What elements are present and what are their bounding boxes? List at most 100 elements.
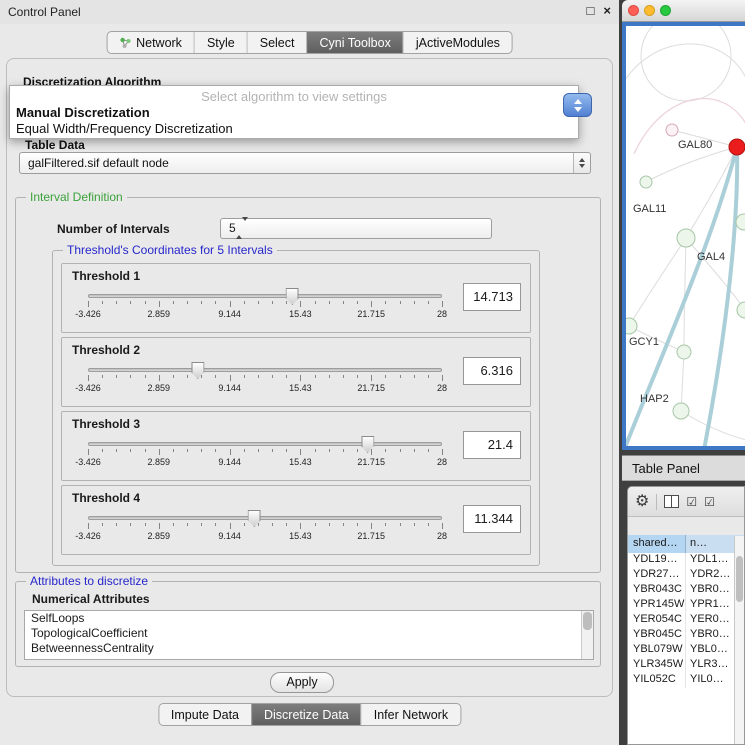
table-panel-title: Table Panel <box>632 461 700 476</box>
network-node-pink[interactable] <box>666 124 678 136</box>
threshold-slider[interactable]: -3.4262.8599.14415.4321.71528 <box>88 362 442 396</box>
attributes-scrollbar-thumb[interactable] <box>583 612 592 630</box>
select-all-checkbox-icon[interactable]: ☑ <box>704 496 715 508</box>
table-row[interactable]: YDR27…YDR2… <box>628 568 744 583</box>
tab-infer-network[interactable]: Infer Network <box>361 704 460 725</box>
tab-network[interactable]: Network <box>107 32 194 53</box>
number-of-intervals-combo[interactable]: 5 <box>220 218 492 239</box>
tick-mark <box>173 449 174 452</box>
threshold-slider[interactable]: -3.4262.8599.14415.4321.71528 <box>88 510 442 544</box>
gear-icon[interactable]: ⚙ <box>635 494 649 510</box>
tick-mark <box>428 301 429 304</box>
table-row[interactable]: YER054CYER0… <box>628 613 744 628</box>
list-item-selfloops[interactable]: SelfLoops <box>25 611 593 626</box>
network-node-label: GAL4 <box>697 251 725 263</box>
tick-mark <box>400 449 401 452</box>
column-header[interactable]: shared… <box>628 535 686 553</box>
tab-select[interactable]: Select <box>247 32 307 53</box>
algorithm-option-manual-discretization[interactable]: Manual Discretization <box>10 105 578 121</box>
tick-mark <box>428 449 429 452</box>
tab-jactivemodules[interactable]: jActiveModules <box>403 32 512 53</box>
attributes-scrollbar[interactable] <box>581 611 593 659</box>
control-panel-body: Discretization Algorithm Select algorith… <box>6 58 613 697</box>
network-window-titlebar <box>622 0 745 22</box>
slider-track[interactable] <box>88 516 442 520</box>
threshold-value-field[interactable]: 14.713 <box>463 283 521 311</box>
threshold-value-field[interactable]: 11.344 <box>463 505 521 533</box>
scale-label: 9.144 <box>218 383 241 393</box>
table-row[interactable]: YBL079WYBL0… <box>628 643 744 658</box>
close-traffic-light-icon[interactable] <box>628 5 639 16</box>
thresholds-group: Threshold's Coordinates for 5 Intervals … <box>52 250 540 566</box>
zoom-traffic-light-icon[interactable] <box>660 5 671 16</box>
tick-mark <box>230 523 231 529</box>
algorithm-option-equal-width-frequency-discretization[interactable]: Equal Width/Frequency Discretization <box>10 121 578 137</box>
tick-mark <box>300 301 301 307</box>
attributes-list[interactable]: SelfLoopsTopologicalCoefficientBetweenne… <box>24 610 594 660</box>
table-panel-titlebar: Table Panel <box>622 455 745 481</box>
network-node-green[interactable] <box>626 318 637 334</box>
table-data-combo[interactable]: galFiltered.sif default node <box>19 152 591 174</box>
close-icon[interactable]: × <box>603 3 611 18</box>
tab-style[interactable]: Style <box>194 32 247 53</box>
scale-label: 28 <box>437 309 447 319</box>
slider-track[interactable] <box>88 294 442 298</box>
table-scrollbar-thumb[interactable] <box>736 556 743 602</box>
float-window-icon[interactable]: □ <box>587 3 595 18</box>
network-node-label: GAL11 <box>633 203 666 215</box>
network-node-green[interactable] <box>677 229 695 247</box>
scale-label: -3.426 <box>75 309 101 319</box>
tick-mark <box>145 523 146 526</box>
tick-mark <box>258 375 259 378</box>
network-canvas-container[interactable]: GAL80GAL11GAL4GCY1HAP2 <box>626 26 745 446</box>
interval-definition-title: Interval Definition <box>26 190 127 204</box>
list-item-betweennesscentrality[interactable]: BetweennessCentrality <box>25 641 593 656</box>
tab-label: Impute Data <box>171 708 239 722</box>
tick-mark <box>258 301 259 304</box>
threshold-value-field[interactable]: 6.316 <box>463 357 521 385</box>
thresholds-group-title: Threshold's Coordinates for 5 Intervals <box>63 243 277 257</box>
columns-icon[interactable] <box>664 495 679 508</box>
table-row[interactable]: YLR345WYLR3… <box>628 658 744 673</box>
tick-mark <box>173 523 174 526</box>
tab-discretize-data[interactable]: Discretize Data <box>251 704 361 725</box>
threshold-value-field[interactable]: 21.4 <box>463 431 521 459</box>
table-row[interactable]: YDL19…YDL1… <box>628 553 744 568</box>
table-row[interactable]: YIL052CYIL0… <box>628 673 744 688</box>
network-edge <box>629 238 686 326</box>
table-row[interactable]: YPR145WYPR1… <box>628 598 744 613</box>
scale-label: 2.859 <box>148 309 171 319</box>
tab-cyni-toolbox[interactable]: Cyni Toolbox <box>306 32 402 53</box>
slider-scale-labels: -3.4262.8599.14415.4321.71528 <box>88 457 442 468</box>
apply-button[interactable]: Apply <box>270 672 334 693</box>
algorithm-combo-button[interactable] <box>563 93 592 117</box>
network-node-green[interactable] <box>673 403 689 419</box>
network-node-red[interactable] <box>729 139 745 155</box>
threshold-slider[interactable]: -3.4262.8599.14415.4321.71528 <box>88 288 442 322</box>
tick-mark <box>371 523 372 529</box>
table-row[interactable]: YBR043CYBR0… <box>628 583 744 598</box>
tab-impute-data[interactable]: Impute Data <box>159 704 251 725</box>
table-row[interactable]: YBR045CYBR0… <box>628 628 744 643</box>
bottom-tab-bar: Impute Data Discretize DataInfer Network <box>158 703 461 726</box>
scale-label: -3.426 <box>75 531 101 541</box>
network-node-green[interactable] <box>677 345 691 359</box>
algorithm-options: Manual DiscretizationEqual Width/Frequen… <box>10 105 578 137</box>
threshold-slider[interactable]: -3.4262.8599.14415.4321.71528 <box>88 436 442 470</box>
slider-track[interactable] <box>88 368 442 372</box>
network-node-green[interactable] <box>737 302 745 318</box>
slider-track[interactable] <box>88 442 442 446</box>
table-scrollbar[interactable] <box>734 536 744 744</box>
select-columns-checkbox-icon[interactable]: ☑ <box>686 496 697 508</box>
tick-mark <box>329 375 330 378</box>
slider-ticks <box>88 375 442 382</box>
tick-mark <box>343 375 344 378</box>
tick-mark <box>145 375 146 378</box>
list-item-topologicalcoefficient[interactable]: TopologicalCoefficient <box>25 626 593 641</box>
tick-mark <box>385 375 386 378</box>
scale-label: 21.715 <box>357 531 385 541</box>
minimize-traffic-light-icon[interactable] <box>644 5 655 16</box>
tick-mark <box>230 449 231 455</box>
network-node-green[interactable] <box>640 176 652 188</box>
threshold-label: Threshold 4 <box>72 491 140 505</box>
